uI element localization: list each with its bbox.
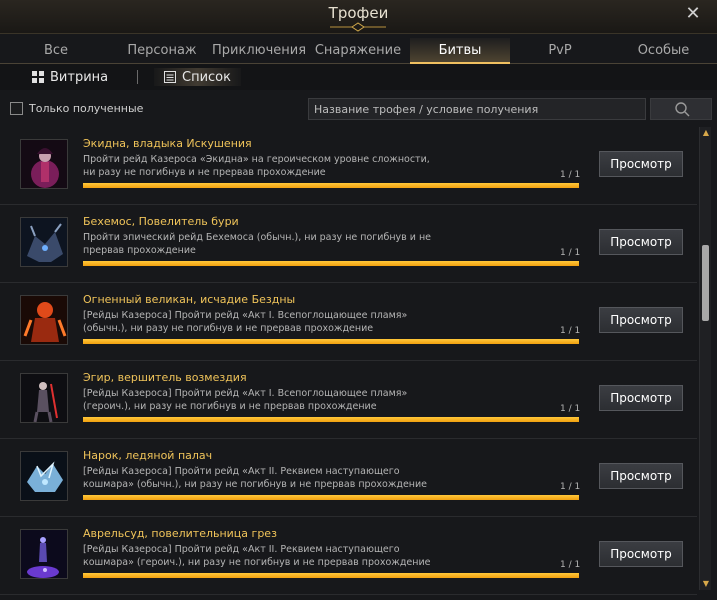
grid-icon [32,71,44,83]
tab-character[interactable]: Персонаж [112,38,212,64]
trophy-count: 1 / 1 [560,170,581,180]
behemoth-portrait-icon [20,217,68,267]
trophy-count: 1 / 1 [560,248,581,258]
echidna-portrait-icon [20,139,68,189]
trophy-name: Нарок, ледяной палач [83,449,213,462]
view-trophy-button[interactable]: Просмотр [599,307,683,333]
trophy-name: Бехемос, Повелитель бури [83,215,239,228]
window-title: Трофеи [328,4,389,22]
search-icon [675,102,690,117]
trophy-description: Пройти эпический рейд Бехемоса (обычн.),… [83,232,432,256]
title-bar: Трофеи ✕ [0,0,717,34]
view-trophy-button[interactable]: Просмотр [599,541,683,567]
close-icon[interactable]: ✕ [683,4,703,24]
trophy-count: 1 / 1 [560,326,581,336]
trophy-name: Огненный великан, исчадие Бездны [83,293,296,306]
progress-fill [83,339,579,344]
only-obtained-label: Только полученные [29,102,144,115]
tab-special[interactable]: Особые [610,38,717,64]
tab-all[interactable]: Все [0,38,112,64]
progress-fill [83,495,579,500]
trophy-name: Эгир, вершитель возмездия [83,371,247,384]
trophy-row: Эгир, вершитель возмездия [Рейды Казерос… [0,361,697,439]
search-input[interactable] [308,98,646,120]
list-view-label: Список [182,69,231,85]
tab-equipment[interactable]: Снаряжение [306,38,410,64]
trophy-progress-bar [83,261,579,266]
progress-fill [83,261,579,266]
trophy-progress-bar [83,183,579,188]
tab-battles[interactable]: Битвы [410,38,510,64]
trophy-progress-bar [83,573,579,578]
trophy-count: 1 / 1 [560,482,581,492]
aurelsud-portrait-icon [20,529,68,579]
trophy-count: 1 / 1 [560,404,581,414]
trophy-name: Аврельсуд, повелительница грез [83,527,277,540]
filter-bar: Только полученные [0,94,717,124]
progress-fill [83,183,579,188]
trophy-row: Огненный великан, исчадие Бездны [Рейды … [0,283,697,361]
showcase-view-label: Витрина [50,69,109,85]
trophy-description: [Рейды Казероса] Пройти рейд «Акт I. Все… [83,310,408,334]
fire-giant-portrait-icon [20,295,68,345]
view-toggle-bar: Витрина Список [0,64,717,90]
progress-fill [83,417,579,422]
trophy-description: [Рейды Казероса] Пройти рейд «Акт I. Все… [83,388,408,412]
trophy-description: [Рейды Казероса] Пройти рейд «Акт II. Ре… [83,466,428,490]
view-trophy-button[interactable]: Просмотр [599,463,683,489]
list-view-button[interactable]: Список [154,68,241,86]
tab-pvp[interactable]: PvP [510,38,610,64]
trophy-description: Пройти рейд Казероса «Экидна» на героиче… [83,154,430,178]
aegir-portrait-icon [20,373,68,423]
trophy-progress-bar [83,339,579,344]
only-obtained-checkbox[interactable] [10,102,23,115]
narok-portrait-icon [20,451,68,501]
trophy-row: Аврельсуд, повелительница грез [Рейды Ка… [0,517,697,595]
trophy-row: Нарок, ледяной палач [Рейды Казероса] Пр… [0,439,697,517]
view-trophy-button[interactable]: Просмотр [599,151,683,177]
trophy-progress-bar [83,495,579,500]
trophy-count: 1 / 1 [560,560,581,570]
trophy-row: Бехемос, Повелитель бури Пройти эпически… [0,205,697,283]
title-ornament-icon [330,22,386,32]
list-scrollbar[interactable]: ▲ ▼ [699,127,711,590]
scroll-up-icon[interactable]: ▲ [701,128,711,138]
showcase-view-button[interactable]: Витрина [32,68,108,86]
search-button[interactable] [650,98,712,120]
category-tabs: Все Персонаж Приключения Снаряжение Битв… [0,38,717,64]
scrollbar-thumb[interactable] [702,245,709,321]
trophy-progress-bar [83,417,579,422]
view-trophy-button[interactable]: Просмотр [599,385,683,411]
scroll-down-icon[interactable]: ▼ [701,579,711,589]
trophy-description: [Рейды Казероса] Пройти рейд «Акт II. Ре… [83,544,431,568]
trophy-row: Экидна, владыка Искушения Пройти рейд Ка… [0,127,697,205]
list-icon [164,71,176,83]
tab-adventures[interactable]: Приключения [212,38,306,64]
progress-fill [83,573,579,578]
view-trophy-button[interactable]: Просмотр [599,229,683,255]
trophy-name: Экидна, владыка Искушения [83,137,252,150]
trophy-list: Экидна, владыка Искушения Пройти рейд Ка… [0,127,697,600]
view-separator [137,70,138,84]
